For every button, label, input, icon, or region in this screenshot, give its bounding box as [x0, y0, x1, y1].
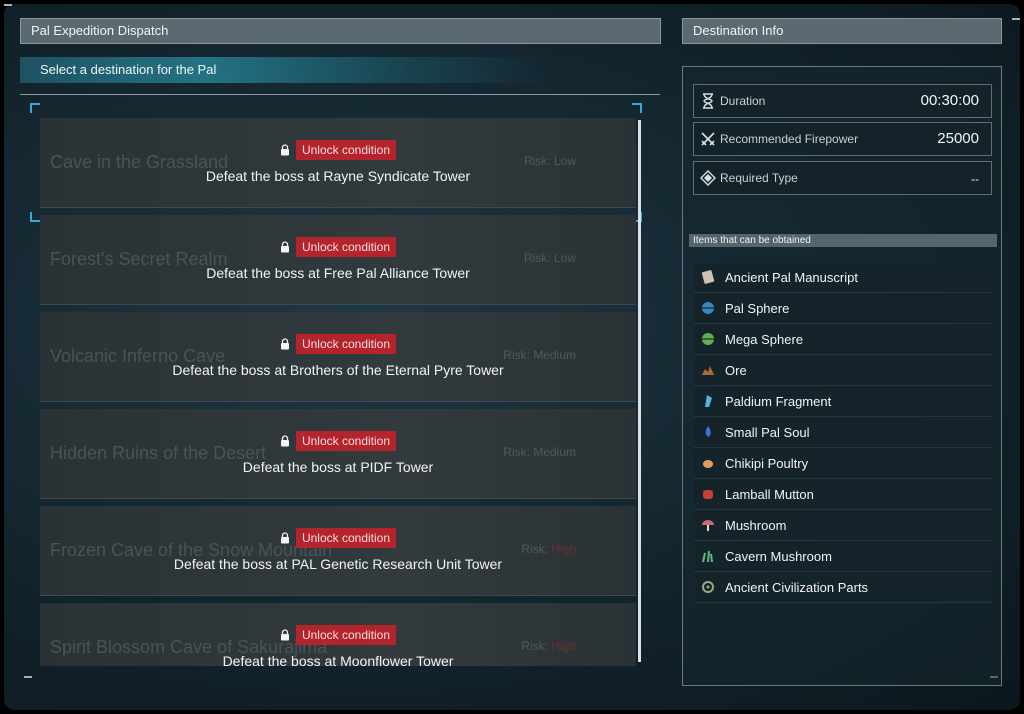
- unlock-condition-badge: Unlock condition: [295, 237, 397, 257]
- manuscript-icon: [701, 270, 715, 284]
- obtainable-items-list: Ancient Pal Manuscript Pal Sphere Mega S…: [694, 263, 992, 604]
- selection-bracket-top-left: [30, 103, 40, 113]
- unlock-condition: Unlock condition: [40, 625, 636, 645]
- duration-value: 00:30:00: [920, 92, 979, 109]
- corner-mark: [24, 676, 32, 678]
- duration-label: Duration: [720, 94, 766, 108]
- item-name: Ancient Civilization Parts: [725, 580, 869, 595]
- firepower-row: Recommended Firepower 25000: [693, 122, 992, 156]
- destination-row[interactable]: Cave in the Grassland Risk: Low Unlock c…: [40, 118, 636, 208]
- obtainable-item: Mushroom: [694, 511, 992, 541]
- unlock-condition-badge: Unlock condition: [295, 625, 397, 645]
- item-name: Ore: [725, 363, 747, 378]
- unlock-condition-text: Defeat the boss at Free Pal Alliance Tow…: [206, 265, 470, 281]
- pal-sphere-icon: [702, 302, 714, 314]
- item-name: Ancient Pal Manuscript: [725, 270, 858, 285]
- item-name: Mushroom: [725, 518, 787, 533]
- lock-icon: [280, 338, 289, 350]
- unlock-condition-text: Defeat the boss at Moonflower Tower: [222, 653, 454, 666]
- item-name: Lamball Mutton: [725, 487, 814, 502]
- expedition-panel-title: Pal Expedition Dispatch: [20, 18, 661, 44]
- item-name: Pal Sphere: [725, 301, 790, 316]
- duration-row: Duration 00:30:00: [693, 84, 992, 118]
- required-type-row: Required Type --: [693, 161, 992, 195]
- unlock-condition-text: Defeat the boss at Brothers of the Etern…: [172, 362, 504, 378]
- obtainable-item: Lamball Mutton: [694, 480, 992, 510]
- item-name: Mega Sphere: [725, 332, 804, 347]
- corner-mark: [1012, 18, 1020, 20]
- unlock-condition: Unlock condition: [40, 237, 636, 257]
- obtainable-item: Mega Sphere: [694, 325, 992, 355]
- destination-row[interactable]: Hidden Ruins of the Desert Risk: Medium …: [40, 409, 636, 499]
- element-diamond-icon: [700, 170, 716, 186]
- unlock-condition-badge: Unlock condition: [295, 140, 397, 160]
- crossed-swords-icon: [701, 132, 715, 146]
- unlock-condition-text: Defeat the boss at PAL Genetic Research …: [173, 556, 503, 572]
- unlock-condition: Unlock condition: [40, 431, 636, 451]
- item-name: Paldium Fragment: [725, 394, 832, 409]
- lock-icon: [280, 532, 289, 544]
- destination-row[interactable]: Spirit Blossom Cave of Sakurajima Risk: …: [40, 603, 636, 666]
- paldium-icon: [705, 395, 712, 407]
- select-destination-prompt: Select a destination for the Pal: [20, 57, 550, 83]
- cavern-mushroom-icon: [702, 550, 713, 563]
- obtainable-item: Chikipi Poultry: [694, 449, 992, 479]
- ore-icon: [702, 366, 714, 375]
- selection-bracket-top-right: [632, 103, 642, 113]
- destination-info-title: Destination Info: [682, 18, 1002, 44]
- hourglass-icon: [703, 93, 713, 109]
- destination-row[interactable]: Forest's Secret Realm Risk: Low Unlock c…: [40, 215, 636, 305]
- unlock-condition: Unlock condition: [40, 140, 636, 160]
- obtainable-item: Ore: [694, 356, 992, 386]
- civilization-parts-icon: [702, 581, 714, 593]
- firepower-value: 25000: [937, 130, 979, 147]
- mushroom-icon: [702, 520, 714, 531]
- items-obtainable-header: Items that can be obtained: [689, 234, 997, 247]
- unlock-condition-badge: Unlock condition: [295, 431, 397, 451]
- obtainable-item: Paldium Fragment: [694, 387, 992, 417]
- obtainable-item: Pal Sphere: [694, 294, 992, 324]
- unlock-condition-badge: Unlock condition: [295, 528, 397, 548]
- required-type-label: Required Type: [720, 171, 798, 185]
- unlock-condition-badge: Unlock condition: [295, 334, 397, 354]
- required-type-value: --: [971, 172, 979, 186]
- item-name: Cavern Mushroom: [725, 549, 832, 564]
- pal-soul-icon: [705, 426, 711, 437]
- unlock-condition-text: Defeat the boss at PIDF Tower: [242, 459, 434, 475]
- item-name: Small Pal Soul: [725, 425, 810, 440]
- destination-list: Cave in the Grassland Risk: Low Unlock c…: [40, 118, 636, 666]
- obtainable-item: Ancient Civilization Parts: [694, 573, 992, 603]
- item-name: Chikipi Poultry: [725, 456, 809, 471]
- lock-icon: [280, 241, 289, 253]
- destination-row[interactable]: Frozen Cave of the Snow Mountain Risk: H…: [40, 506, 636, 596]
- scrollbar-thumb[interactable]: [638, 120, 641, 662]
- obtainable-item: Ancient Pal Manuscript: [694, 263, 992, 293]
- unlock-condition: Unlock condition: [40, 528, 636, 548]
- lock-icon: [280, 435, 289, 447]
- firepower-label: Recommended Firepower: [720, 132, 859, 146]
- mega-sphere-icon: [702, 333, 714, 345]
- obtainable-item: Small Pal Soul: [694, 418, 992, 448]
- poultry-icon: [703, 460, 713, 468]
- corner-mark: [4, 4, 12, 6]
- lock-icon: [280, 629, 289, 641]
- mutton-icon: [703, 490, 713, 499]
- lock-icon: [280, 144, 289, 156]
- unlock-condition: Unlock condition: [40, 334, 636, 354]
- destination-row[interactable]: Volcanic Inferno Cave Risk: Medium Unloc…: [40, 312, 636, 402]
- selection-bracket-bottom-left: [30, 212, 40, 222]
- obtainable-item: Cavern Mushroom: [694, 542, 992, 572]
- unlock-condition-text: Defeat the boss at Rayne Syndicate Tower: [205, 168, 471, 184]
- divider: [20, 94, 660, 95]
